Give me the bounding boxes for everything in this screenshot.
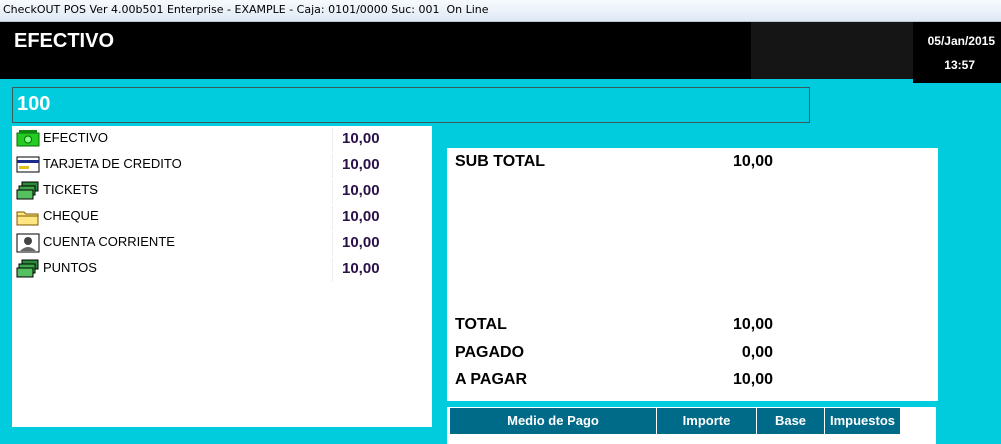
cheque-icon: [16, 211, 39, 226]
row-divider: [332, 232, 333, 256]
pagado-value: 0,00: [741, 344, 773, 361]
payment-method-label: EFECTIVO: [43, 130, 109, 145]
payment-method-label: PUNTOS: [43, 260, 97, 275]
time-label: 13:57: [944, 58, 975, 72]
tickets-icon: [16, 181, 39, 200]
payment-method-cuenta-corriente[interactable]: CUENTA CORRIENTE 10,00: [12, 230, 432, 256]
credit-card-icon: [16, 156, 40, 173]
window-titlebar: CheckOUT POS Ver 4.00b501 Enterprise - E…: [0, 0, 1001, 22]
grid-header-medio-de-pago[interactable]: Medio de Pago: [450, 408, 657, 434]
amount-input[interactable]: [17, 90, 797, 118]
row-divider: [332, 206, 333, 230]
pagado-label: PAGADO: [455, 344, 525, 361]
row-divider: [332, 128, 333, 152]
date-label: 05/Jan/2015: [927, 34, 995, 48]
row-divider: [332, 258, 333, 282]
payment-method-label: TICKETS: [43, 182, 98, 197]
a-pagar-value: 10,00: [732, 371, 773, 388]
total-value: 10,00: [732, 316, 773, 333]
grid-header-importe[interactable]: Importe: [657, 408, 757, 434]
header-bar: EFECTIVO: [0, 22, 751, 79]
row-divider: [332, 180, 333, 204]
page-title: EFECTIVO: [14, 30, 115, 52]
payment-method-efectivo[interactable]: EFECTIVO 10,00: [12, 126, 432, 152]
payment-method-value: 10,00: [342, 182, 380, 199]
payment-method-label: CUENTA CORRIENTE: [43, 234, 175, 249]
total-label: TOTAL: [455, 316, 507, 333]
amount-field[interactable]: [12, 87, 810, 123]
payment-method-value: 10,00: [342, 130, 380, 147]
subtotal-value: 10,00: [732, 153, 773, 170]
subtotal-label: SUB TOTAL: [455, 153, 546, 170]
payment-method-tarjeta[interactable]: TARJETA DE CREDITO 10,00: [12, 152, 432, 178]
account-icon: [16, 233, 40, 253]
grid-header-base[interactable]: Base: [757, 408, 825, 434]
payment-method-value: 10,00: [342, 234, 380, 251]
grid-header-impuestos[interactable]: Impuestos: [825, 408, 901, 434]
payment-methods-list: EFECTIVO 10,00 TARJETA DE CREDITO 10,00 …: [12, 126, 432, 427]
window-title: CheckOUT POS Ver 4.00b501 Enterprise - E…: [3, 3, 489, 16]
header-spacer: [751, 22, 913, 79]
payments-grid: Medio de Pago Importe Base Impuestos: [447, 407, 936, 444]
points-icon: [16, 259, 39, 278]
clock-panel: 05/Jan/2015 13:57: [913, 22, 1001, 79]
row-divider: [332, 154, 333, 178]
payment-method-label: TARJETA DE CREDITO: [43, 156, 182, 171]
payment-method-label: CHEQUE: [43, 208, 99, 223]
clock-strip: [913, 79, 1001, 83]
totals-panel: SUB TOTAL 10,00 TOTAL 10,00 PAGADO 0,00 …: [447, 148, 938, 401]
a-pagar-label: A PAGAR: [455, 371, 527, 388]
payment-method-puntos[interactable]: PUNTOS 10,00: [12, 256, 432, 282]
payment-method-value: 10,00: [342, 260, 380, 277]
payment-method-tickets[interactable]: TICKETS 10,00: [12, 178, 432, 204]
cash-icon: [16, 130, 40, 147]
payment-method-value: 10,00: [342, 208, 380, 225]
payment-method-value: 10,00: [342, 156, 380, 173]
payment-method-cheque[interactable]: CHEQUE 10,00: [12, 204, 432, 230]
